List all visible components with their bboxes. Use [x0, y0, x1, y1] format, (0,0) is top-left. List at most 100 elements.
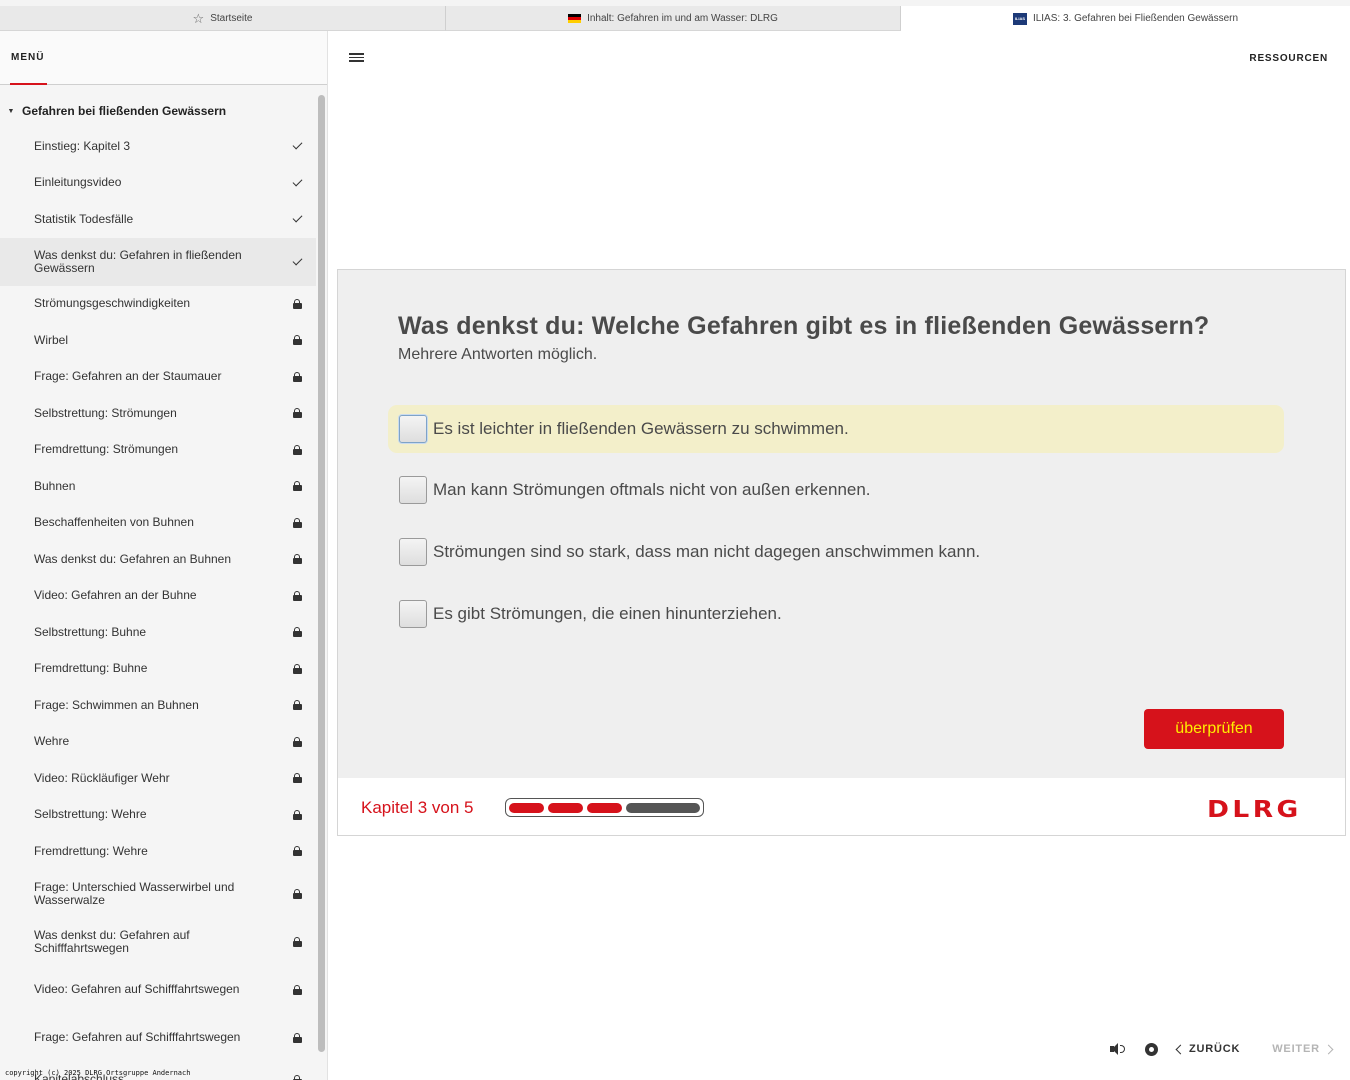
browser-tab-label: Inhalt: Gefahren im und am Wasser: DLRG [587, 12, 778, 24]
sidebar-item[interactable]: Frage: Gefahren auf Schifffahrtswegen [0, 1014, 316, 1062]
sidebar-item[interactable]: Fremdrettung: Wehre [0, 833, 316, 870]
sidebar-item-label: Video: Gefahren auf Schifffahrtswegen [34, 982, 240, 996]
menu-tab-underline [10, 83, 47, 85]
sidebar-item[interactable]: Wehre [0, 724, 316, 761]
sidebar-item-status [290, 517, 304, 528]
answer-option[interactable]: Es gibt Strömungen, die einen hinunterzi… [388, 590, 1284, 638]
menu-tab[interactable]: MENÜ [11, 52, 44, 63]
speaker-icon[interactable] [1110, 1042, 1126, 1056]
browser-tab-label: ILIAS: 3. Gefahren bei Fließenden Gewäss… [1032, 13, 1239, 24]
dlrg-logo: DLRG [1207, 797, 1302, 823]
resources-button[interactable]: RESSOURCEN [1249, 53, 1328, 64]
sidebar-item-label: Was denkst du: Gefahren auf Schifffahrts… [34, 927, 190, 955]
answer-text: Es gibt Strömungen, die einen hinunterzi… [433, 604, 782, 623]
german-flag-icon [568, 13, 582, 23]
browser-tab-startseite[interactable]: ☆ Startseite [0, 6, 446, 31]
menu-header: MENÜ [0, 31, 327, 85]
lock-icon [292, 408, 302, 419]
section-title-label: Gefahren bei fließenden Gewässern [22, 104, 227, 118]
sidebar-item-status [290, 1032, 304, 1043]
ilias-icon: ILIAS [1012, 12, 1027, 25]
sidebar-item[interactable]: Frage: Schwimmen an Buhnen [0, 687, 316, 724]
progress-segment-complete [509, 802, 544, 813]
check-answers-button[interactable]: überprüfen [1144, 709, 1284, 749]
sidebar-item[interactable]: Buhnen [0, 468, 316, 505]
sidebar-item-label: Frage: Schwimmen an Buhnen [34, 697, 199, 712]
sidebar-item-status [290, 408, 304, 419]
sidebar-item[interactable]: Selbstrettung: Buhne [0, 614, 316, 651]
answer-checkbox[interactable] [399, 600, 427, 628]
sidebar-item[interactable]: Was denkst du: Gefahren an Buhnen [0, 541, 316, 578]
sidebar-item[interactable]: Einstieg: Kapitel 3 [0, 128, 316, 165]
sidebar-item-label: Selbstrettung: Strömungen [34, 405, 177, 420]
sidebar-item[interactable]: Was denkst du: Gefahren in fließenden Ge… [0, 237, 316, 286]
answer-checkbox[interactable] [399, 476, 427, 504]
sidebar-item-status [290, 809, 304, 820]
sidebar-item-label: Einleitungsvideo [34, 175, 122, 190]
sidebar-item-label: Strömungsgeschwindigkeiten [34, 296, 191, 311]
checkmark-icon [292, 176, 302, 187]
browser-tab-bar: ☆ Startseite Inhalt: Gefahren im und am … [0, 0, 1350, 31]
lock-icon [292, 663, 302, 674]
lock-icon [292, 335, 302, 346]
sidebar-item-label: Video: Rückläufiger Wehr [34, 770, 170, 785]
sidebar-item-status [290, 444, 304, 455]
sidebar-item-label: Fremdrettung: Buhne [34, 661, 148, 676]
browser-tab-inhalt[interactable]: Inhalt: Gefahren im und am Wasser: DLRG [446, 6, 901, 31]
question-subtitle: Mehrere Antworten möglich. [398, 346, 598, 363]
sidebar-item[interactable]: Fremdrettung: Strömungen [0, 432, 316, 469]
sidebar-item-status [290, 176, 304, 187]
answer-checkbox[interactable] [399, 538, 427, 566]
sidebar-item[interactable]: Video: Gefahren an der Buhne [0, 578, 316, 615]
next-button[interactable]: WEITER [1272, 1043, 1334, 1055]
lock-icon [292, 1032, 302, 1043]
sidebar-item[interactable]: Fremdrettung: Buhne [0, 651, 316, 688]
sidebar-item-status [290, 846, 304, 857]
sidebar-item[interactable]: Beschaffenheiten von Buhnen [0, 505, 316, 542]
sidebar-item[interactable]: Selbstrettung: Wehre [0, 797, 316, 834]
lock-icon [292, 1074, 302, 1080]
sidebar-item-label: Was denkst du: Gefahren in fließenden Ge… [34, 247, 242, 275]
sidebar-item[interactable]: Frage: Unterschied Wasserwirbel und Wass… [0, 870, 316, 918]
checkmark-icon [292, 255, 302, 265]
sidebar-item-status [290, 255, 304, 265]
sidebar-scrollbar[interactable] [318, 95, 325, 1052]
sidebar-item-status [290, 554, 304, 565]
gear-icon[interactable] [1144, 1042, 1159, 1057]
sidebar-item-label: Selbstrettung: Wehre [34, 807, 147, 822]
answer-text: Man kann Strömungen oftmals nicht von au… [433, 480, 871, 499]
lock-icon [292, 736, 302, 747]
sidebar-item-status [290, 371, 304, 382]
lock-icon [292, 444, 302, 455]
answer-option[interactable]: Es ist leichter in fließenden Gewässern … [388, 405, 1284, 453]
browser-tab-ilias[interactable]: ILIAS ILIAS: 3. Gefahren bei Fließenden … [901, 6, 1350, 31]
sidebar-item-status [290, 335, 304, 346]
sidebar-item[interactable]: Video: Rückläufiger Wehr [0, 760, 316, 797]
lock-icon [292, 700, 302, 711]
chapter-indicator: Kapitel 3 von 5 [361, 798, 474, 817]
answer-option[interactable]: Strömungen sind so stark, dass man nicht… [388, 528, 1284, 576]
hamburger-menu-icon[interactable] [349, 53, 364, 62]
sidebar-item-label: Frage: Gefahren an der Staumauer [34, 369, 222, 384]
sidebar-item-status [290, 298, 304, 309]
sidebar-item[interactable]: Frage: Gefahren an der Staumauer [0, 359, 316, 396]
sidebar-item[interactable]: Statistik Todesfälle [0, 201, 316, 238]
player-controls: ZURÜCK WEITER [1104, 1039, 1334, 1059]
sidebar-item-label: Buhnen [34, 478, 76, 493]
sidebar-item[interactable]: Was denkst du: Gefahren auf Schifffahrts… [0, 918, 316, 966]
sidebar-item[interactable]: Strömungsgeschwindigkeiten [0, 286, 316, 323]
back-label: ZURÜCK [1189, 1043, 1241, 1055]
sidebar-item[interactable]: Einleitungsvideo [0, 165, 316, 202]
chapter-progress-bar [505, 798, 704, 817]
answer-checkbox[interactable] [399, 415, 427, 443]
sidebar-item[interactable]: Video: Gefahren auf Schifffahrtswegen [0, 966, 316, 1014]
sidebar-item-label: Selbstrettung: Buhne [34, 624, 147, 639]
sidebar-item[interactable]: Wirbel [0, 322, 316, 359]
back-button[interactable]: ZURÜCK [1175, 1043, 1241, 1055]
progress-segment-complete [548, 802, 583, 813]
sidebar-item-label: Statistik Todesfälle [34, 211, 134, 226]
section-title[interactable]: ▼ Gefahren bei fließenden Gewässern [0, 101, 227, 121]
lock-icon [292, 984, 302, 995]
answer-option[interactable]: Man kann Strömungen oftmals nicht von au… [388, 466, 1284, 514]
sidebar-item[interactable]: Selbstrettung: Strömungen [0, 395, 316, 432]
